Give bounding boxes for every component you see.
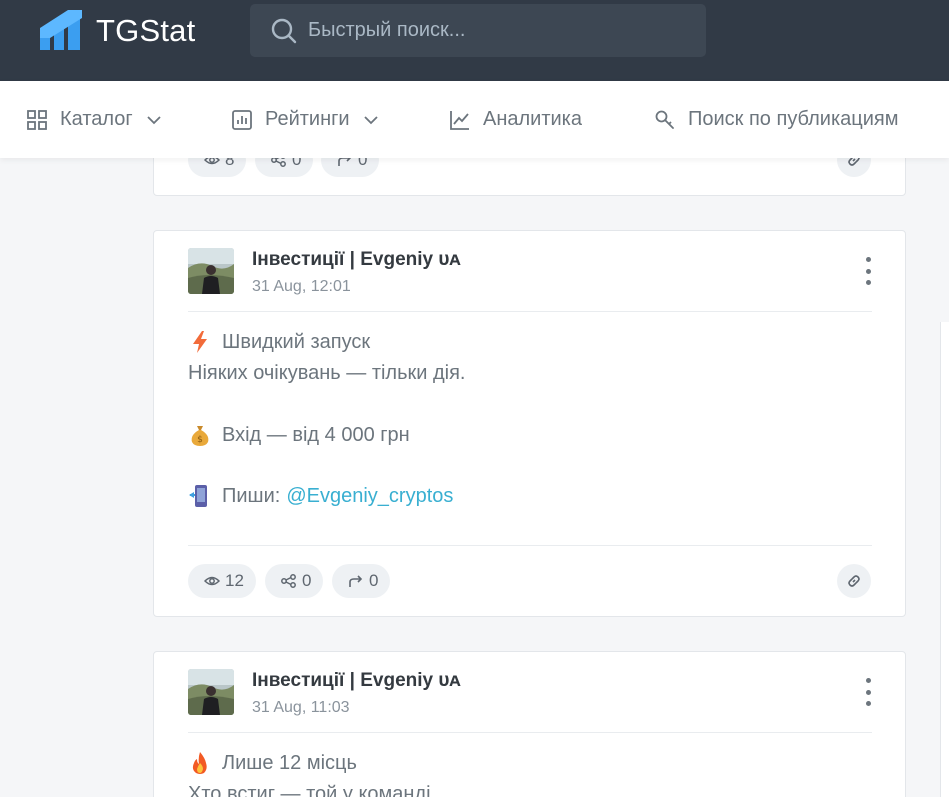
post-text: Ніяких очікувань — тільки дія. xyxy=(188,362,466,384)
key-search-icon xyxy=(655,110,674,129)
kebab-dot xyxy=(865,689,871,695)
post-text: Пиши: xyxy=(222,484,281,507)
post-text-line: $ Вхід — від 4 000 грн xyxy=(188,423,410,447)
channel-name[interactable]: Інвестиції | Evgeniy ᴜᴀ xyxy=(252,670,461,692)
kebab-dot xyxy=(865,268,871,274)
right-sidebar-edge xyxy=(940,322,949,797)
kebab-dot xyxy=(865,257,871,262)
post-date[interactable]: 31 Aug, 12:01 xyxy=(252,278,351,296)
quick-search[interactable] xyxy=(250,4,706,57)
link-icon xyxy=(848,575,860,587)
copy-link-button[interactable] xyxy=(837,564,871,598)
header-divider xyxy=(188,311,872,312)
fire-emoji-icon xyxy=(192,752,207,774)
kebab-dot xyxy=(865,701,871,706)
more-options-button[interactable] xyxy=(860,257,876,285)
nav-label: Рейтинги xyxy=(265,108,350,130)
post-text-line: Пиши: @Evgeniy_cryptos xyxy=(188,484,453,508)
mention-link[interactable]: @Evgeniy_cryptos xyxy=(286,485,453,508)
channel-avatar[interactable] xyxy=(188,248,234,294)
post-text: Швидкий запуск xyxy=(222,330,371,353)
nav-post-search[interactable]: Поиск по публикациям xyxy=(655,81,898,158)
lightning-emoji-icon xyxy=(193,331,207,353)
post-text-line: Швидкий запуск xyxy=(188,330,370,354)
views-stat[interactable]: 12 xyxy=(188,564,256,598)
tgstat-logo-icon xyxy=(40,10,82,50)
post-text-line: Хто встиг — той у команді. xyxy=(188,783,436,797)
line-chart-icon xyxy=(450,110,469,130)
bar-chart-icon xyxy=(232,109,252,130)
header-divider xyxy=(188,732,872,733)
chevron-down-icon xyxy=(363,115,378,124)
post-text: Хто встиг — той у команді. xyxy=(188,783,437,797)
svg-text:$: $ xyxy=(197,435,203,445)
nav-analytics[interactable]: Аналитика xyxy=(450,81,582,158)
nav-label: Каталог xyxy=(60,108,133,130)
nav-ratings[interactable]: Рейтинги xyxy=(232,81,378,158)
money-bag-emoji-icon: $ xyxy=(191,426,209,446)
post-text-line: Лише 12 місць xyxy=(188,751,357,775)
shares-stat[interactable]: 0 xyxy=(265,564,324,598)
search-input[interactable] xyxy=(308,19,688,42)
kebab-dot xyxy=(865,280,871,285)
nav-label: Аналитика xyxy=(483,108,582,130)
post-card: Інвестиції | Evgeniy ᴜᴀ 31 Aug, 12:01 Шв… xyxy=(153,230,906,617)
nav-catalog[interactable]: Каталог xyxy=(27,81,161,158)
channel-name[interactable]: Інвестиції | Evgeniy ᴜᴀ xyxy=(252,249,461,271)
search-icon xyxy=(271,18,297,43)
forward-arrow-icon xyxy=(349,575,363,587)
post-text: Лише 12 місць xyxy=(222,751,357,774)
kebab-dot xyxy=(865,678,871,683)
avatar-photo-icon xyxy=(188,248,234,294)
share-icon xyxy=(281,574,296,588)
footer-divider xyxy=(188,545,872,546)
post-card: Інвестиції | Evgeniy ᴜᴀ 31 Aug, 11:03 Ли… xyxy=(153,651,906,797)
post-date[interactable]: 31 Aug, 11:03 xyxy=(252,699,350,717)
shares-count: 0 xyxy=(302,571,312,590)
brand-name: TGStat xyxy=(96,13,196,48)
main-nav: Каталог Рейтинги Аналитика Поиск по публ… xyxy=(0,81,949,158)
forwards-count: 0 xyxy=(369,571,379,590)
post-text: Вхід — від 4 000 грн xyxy=(222,423,410,446)
phone-emoji-icon xyxy=(189,485,207,507)
forwards-stat[interactable]: 0 xyxy=(332,564,391,598)
chevron-down-icon xyxy=(147,115,161,124)
nav-label: Поиск по публикациям xyxy=(688,108,899,130)
more-options-button[interactable] xyxy=(860,678,876,706)
eye-icon xyxy=(204,576,220,586)
post-text-line: Ніяких очікувань — тільки дія. xyxy=(188,362,466,385)
avatar-photo-icon xyxy=(188,669,234,715)
grid-icon xyxy=(27,109,47,130)
views-count: 12 xyxy=(225,571,244,590)
channel-avatar[interactable] xyxy=(188,669,234,715)
top-bar: TGStat xyxy=(0,0,949,81)
logo[interactable]: TGStat xyxy=(38,8,195,54)
